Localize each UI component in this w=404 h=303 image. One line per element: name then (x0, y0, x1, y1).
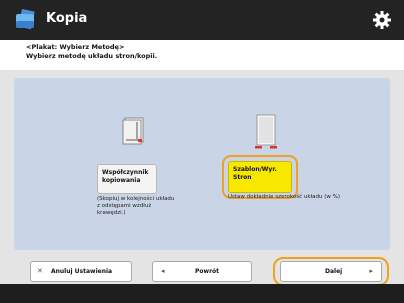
instruction-title: <Plakat: Wybierz Metodę> (26, 43, 125, 51)
option-template-label-2: Stron (233, 173, 252, 181)
app-title: Kopia (46, 11, 88, 26)
next-highlight-ring (273, 257, 389, 286)
instruction-area: <Plakat: Wybierz Metodę> Wybierz metodę … (0, 40, 404, 70)
title-bar: Kopia (0, 0, 404, 40)
main-area (0, 70, 404, 258)
page-template-icon (255, 114, 277, 149)
back-button[interactable]: ◂ Powrót (152, 261, 252, 282)
option-ratio-button[interactable]: Współczynnik kopiowania (97, 164, 157, 194)
arrow-left-icon: ◂ (161, 267, 165, 275)
option-template-button[interactable]: Szablon/Wyr. Stron (228, 161, 292, 193)
option-ratio-label-2: kopiowania (102, 176, 141, 184)
options-panel (14, 78, 390, 250)
instruction-text: Wybierz metodę układu stron/kopii. (26, 52, 158, 60)
footer-bar (0, 284, 404, 303)
cancel-settings-button[interactable]: ✕ Anuluj Ustawienia (30, 261, 132, 282)
copy-app-icon (16, 8, 35, 30)
option-ratio-label-1: Współczynnik (102, 169, 149, 176)
back-label: Powrót (195, 268, 220, 275)
option-ratio-description: (Skopiuj w kolejności układu z odstępami… (97, 196, 175, 216)
gear-icon[interactable] (372, 10, 392, 30)
document-layout-icon (122, 117, 144, 145)
option-template-label-1: Szablon/Wyr. (233, 166, 277, 173)
close-icon: ✕ (37, 267, 43, 275)
option-template-description: Ustaw dokładnie szerokość układu (w %) (228, 194, 341, 200)
cancel-settings-label: Anuluj Ustawienia (51, 268, 113, 275)
